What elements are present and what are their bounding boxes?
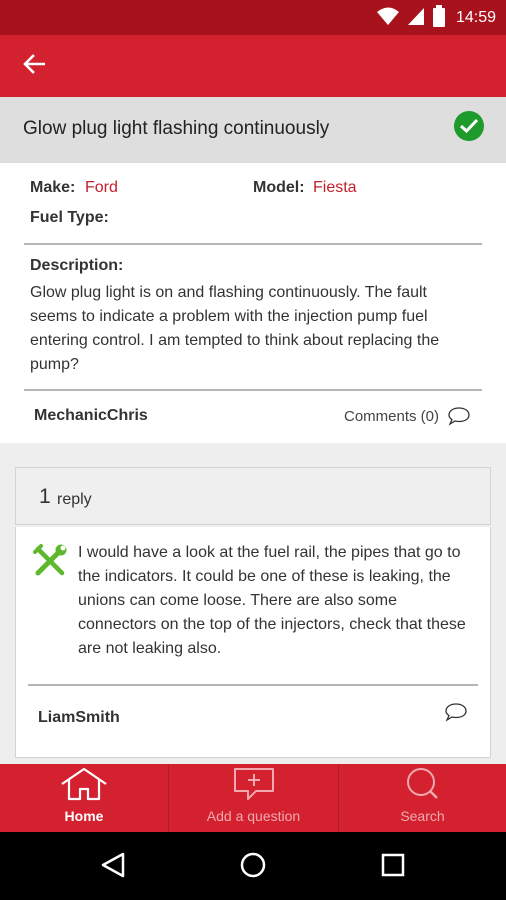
system-home-button[interactable] [238, 852, 268, 882]
nav-search-label: Search [400, 808, 445, 824]
add-question-icon [232, 767, 276, 806]
reply-author[interactable]: LiamSmith [38, 709, 120, 727]
wrench-screwdriver-icon [32, 543, 68, 579]
nav-home-label: Home [64, 808, 104, 824]
system-nav-bar [0, 832, 506, 900]
make-value: Ford [85, 179, 118, 196]
comments-label: Comments (0) [344, 407, 440, 425]
comment-bubble-icon [447, 406, 471, 426]
status-time: 14:59 [455, 9, 496, 26]
battery-icon [432, 4, 446, 32]
reply-count-label: reply [57, 491, 92, 508]
home-icon [59, 767, 109, 806]
fuel-type-label: Fuel Type: [30, 209, 109, 226]
nav-add-question[interactable]: Add a question [168, 764, 338, 832]
back-arrow-icon [23, 53, 46, 79]
nav-home[interactable]: Home [0, 764, 168, 832]
circle-home-icon [239, 851, 267, 884]
comments-button[interactable]: Comments (0) [344, 406, 471, 426]
bottom-nav: Home Add a question Search [0, 764, 506, 832]
search-icon [403, 767, 443, 806]
system-back-button[interactable] [98, 852, 128, 882]
description-label: Description: [30, 257, 124, 274]
check-circle-icon [454, 111, 484, 141]
nav-search[interactable]: Search [338, 764, 506, 832]
divider [28, 684, 478, 686]
app-bar [0, 35, 506, 97]
make-label: Make: [30, 179, 76, 196]
comment-bubble-icon[interactable] [444, 702, 468, 722]
square-recents-icon [380, 852, 406, 883]
divider [24, 243, 482, 245]
replies-header: 1 reply [15, 467, 491, 525]
description-text: Glow plug light is on and flashing conti… [30, 284, 440, 373]
cell-signal-icon [406, 6, 426, 31]
wifi-icon [376, 6, 400, 31]
status-bar: 14:59 [0, 0, 506, 35]
triangle-back-icon [100, 851, 126, 884]
status-icons: 14:59 [376, 4, 496, 32]
question-details-card: Make: Ford Model: Fiesta Fuel Type: Desc… [0, 163, 506, 443]
question-title: Glow plug light flashing continuously [23, 118, 330, 139]
model-value: Fiesta [313, 179, 357, 196]
reply-card: I would have a look at the fuel rail, th… [15, 527, 491, 758]
question-header: Glow plug light flashing continuously [0, 97, 506, 163]
system-recents-button[interactable] [378, 852, 408, 882]
reply-text: I would have a look at the fuel rail, th… [78, 544, 466, 657]
divider [24, 389, 482, 391]
back-button[interactable] [18, 51, 50, 81]
question-author[interactable]: MechanicChris [34, 407, 148, 425]
nav-add-question-label: Add a question [206, 808, 301, 824]
model-label: Model: [253, 179, 305, 196]
reply-count: 1 [39, 485, 51, 508]
